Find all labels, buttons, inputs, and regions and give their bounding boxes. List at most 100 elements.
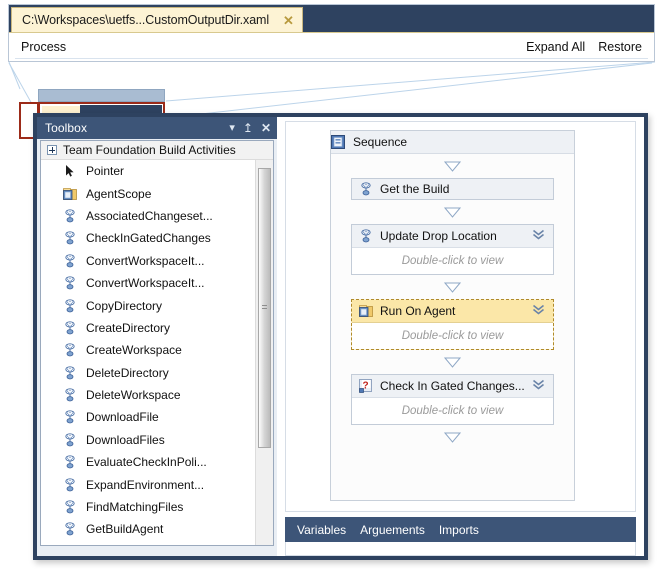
toolbox-item[interactable]: ExpandEnvironment... — [41, 473, 255, 495]
toolbox-titlebar: Toolbox ▾ ↥ ✕ — [37, 117, 277, 139]
workflow-activity[interactable]: Run On Agent Double-click to view — [351, 299, 554, 350]
toolbox-item[interactable]: GetBuildAgent — [41, 518, 255, 540]
designer-canvas[interactable]: Sequence Get the Build Update Drop Locati… — [285, 121, 636, 512]
toolbox-group-header[interactable]: Team Foundation Build Activities — [41, 141, 273, 160]
toolbox-body: Team Foundation Build Activities Pointer… — [40, 140, 274, 546]
toolbox-item-label: Pointer — [86, 164, 125, 179]
toolbox-item[interactable]: FindMatchingFiles — [41, 496, 255, 518]
toolbox-item-label: CheckInGatedChanges — [86, 231, 211, 246]
activity-icon — [63, 209, 77, 223]
toolbox-item-label: CreateDirectory — [86, 320, 171, 335]
thumbnail-titlebar — [38, 89, 165, 102]
expand-all-button[interactable]: Expand All — [526, 40, 585, 54]
designer-bottom-tabs: Variables Arguements Imports — [285, 517, 636, 542]
toolbox-item-label: ConvertWorkspaceIt... — [86, 253, 205, 268]
toolbox-item[interactable]: AgentScope — [41, 182, 255, 204]
editor-tab-title: C:\Workspaces\uetfs...CustomOutputDir.xa… — [22, 13, 270, 27]
activity-icon — [63, 410, 77, 424]
activity-icon — [63, 388, 77, 402]
screenshot-root: C:\Workspaces\uetfs...CustomOutputDir.xa… — [0, 0, 663, 569]
designer-tab[interactable]: Variables — [297, 523, 346, 537]
activity-header[interactable]: ? Check In Gated Changes... — [352, 375, 553, 397]
editor-tab-strip: C:\Workspaces\uetfs...CustomOutputDir.xa… — [9, 5, 654, 32]
toolbox-item[interactable]: AssociatedChangeset... — [41, 205, 255, 227]
toolbox-item[interactable]: CopyDirectory — [41, 294, 255, 316]
toolbox-item-label: CopyDirectory — [86, 298, 163, 313]
toolbox-item[interactable]: GetBuildDetail — [41, 541, 255, 546]
sequence-body: Get the Build Update Drop Location Double-… — [331, 154, 574, 500]
toolbox-item-label: DownloadFiles — [86, 432, 165, 447]
workflow-designer-panel: Sequence Get the Build Update Drop Locati… — [277, 117, 644, 556]
toolbox-item-label: AgentScope — [86, 186, 152, 201]
toolbox-item-label: ConvertWorkspaceIt... — [86, 276, 205, 291]
activity-icon — [63, 343, 77, 357]
activity-header[interactable]: Update Drop Location — [352, 225, 553, 247]
toolbox-item-label: GetBuildAgent — [86, 522, 164, 537]
flow-arrow — [331, 200, 574, 224]
pin-icon[interactable]: ↥ — [243, 122, 253, 134]
activity-hint: Double-click to view — [401, 330, 504, 342]
toolbox-titlebar-buttons: ▾ ↥ ✕ — [229, 122, 271, 134]
toolbox-panel: Toolbox ▾ ↥ ✕ Team Foundation Build Acti… — [37, 117, 277, 556]
agentscope-icon — [359, 304, 373, 318]
sequence-icon — [359, 229, 373, 243]
close-icon[interactable]: ✕ — [261, 122, 271, 134]
activity-icon — [63, 455, 77, 469]
activity-icon — [63, 276, 77, 290]
toolbox-item[interactable]: DownloadFiles — [41, 429, 255, 451]
flow-arrow — [331, 154, 574, 178]
toolbox-item-label: DeleteWorkspace — [86, 388, 181, 403]
toolbox-item[interactable]: CreateWorkspace — [41, 339, 255, 361]
toolbox-item[interactable]: ConvertWorkspaceIt... — [41, 272, 255, 294]
toolbox-item[interactable]: ConvertWorkspaceIt... — [41, 250, 255, 272]
workflow-activity[interactable]: Get the Build — [351, 178, 554, 200]
activity-label: Update Drop Location — [380, 229, 497, 243]
chevron-double-down-icon[interactable] — [532, 229, 545, 243]
activity-icon — [63, 254, 77, 268]
activity-body[interactable]: Double-click to view — [352, 322, 553, 349]
activity-icon — [63, 298, 77, 313]
toolbox-title: Toolbox — [45, 121, 88, 135]
restore-button[interactable]: Restore — [598, 40, 642, 54]
toolbox-item[interactable]: Pointer — [41, 160, 255, 182]
sequence-header[interactable]: Sequence — [331, 131, 574, 154]
chevron-double-down-icon[interactable] — [532, 379, 545, 393]
flow-arrow — [331, 425, 574, 449]
chevron-down-icon[interactable]: ▾ — [229, 122, 235, 134]
toolbox-scrollbar[interactable] — [255, 160, 273, 545]
activity-body[interactable]: Double-click to view — [352, 247, 553, 274]
question-icon: ? — [359, 379, 373, 393]
activity-header[interactable]: Run On Agent — [352, 300, 553, 322]
toolbox-item[interactable]: CheckInGatedChanges — [41, 227, 255, 249]
toolbox-item[interactable]: DeleteDirectory — [41, 362, 255, 384]
toolbox-item[interactable]: DownloadFile — [41, 406, 255, 428]
activity-hint: Double-click to view — [401, 405, 504, 417]
flow-arrow — [331, 275, 574, 299]
workflow-activity[interactable]: Update Drop Location Double-click to view — [351, 224, 554, 275]
sequence-label: Sequence — [353, 135, 408, 149]
expand-plus-icon[interactable] — [47, 145, 57, 155]
activity-icon — [63, 500, 77, 514]
activity-body[interactable]: Double-click to view — [352, 397, 553, 424]
activity-icon — [63, 433, 77, 447]
main-window: Toolbox ▾ ↥ ✕ Team Foundation Build Acti… — [33, 113, 648, 560]
close-icon[interactable]: ✕ — [283, 14, 294, 27]
agentscope-icon — [63, 187, 77, 201]
scrollbar-thumb[interactable] — [258, 168, 271, 448]
toolbox-item[interactable]: CreateDirectory — [41, 317, 255, 339]
toolbox-item[interactable]: EvaluateCheckInPoli... — [41, 451, 255, 473]
activity-icon — [63, 522, 77, 536]
designer-tab[interactable]: Imports — [439, 523, 479, 537]
toolbox-item[interactable]: DeleteWorkspace — [41, 384, 255, 406]
flow-arrow — [331, 350, 574, 374]
activity-icon — [359, 182, 373, 196]
activity-icon — [63, 366, 77, 380]
activity-hint: Double-click to view — [401, 255, 504, 267]
workflow-activity[interactable]: ? Check In Gated Changes... Double-click t… — [351, 374, 554, 425]
toolbox-item-label: FindMatchingFiles — [86, 500, 184, 515]
process-label: Process — [21, 40, 67, 54]
chevron-double-down-icon[interactable] — [532, 304, 545, 318]
designer-tab[interactable]: Arguements — [360, 523, 425, 537]
sequence-activity[interactable]: Sequence Get the Build Update Drop Locati… — [330, 130, 575, 501]
editor-tab[interactable]: C:\Workspaces\uetfs...CustomOutputDir.xa… — [11, 7, 303, 32]
